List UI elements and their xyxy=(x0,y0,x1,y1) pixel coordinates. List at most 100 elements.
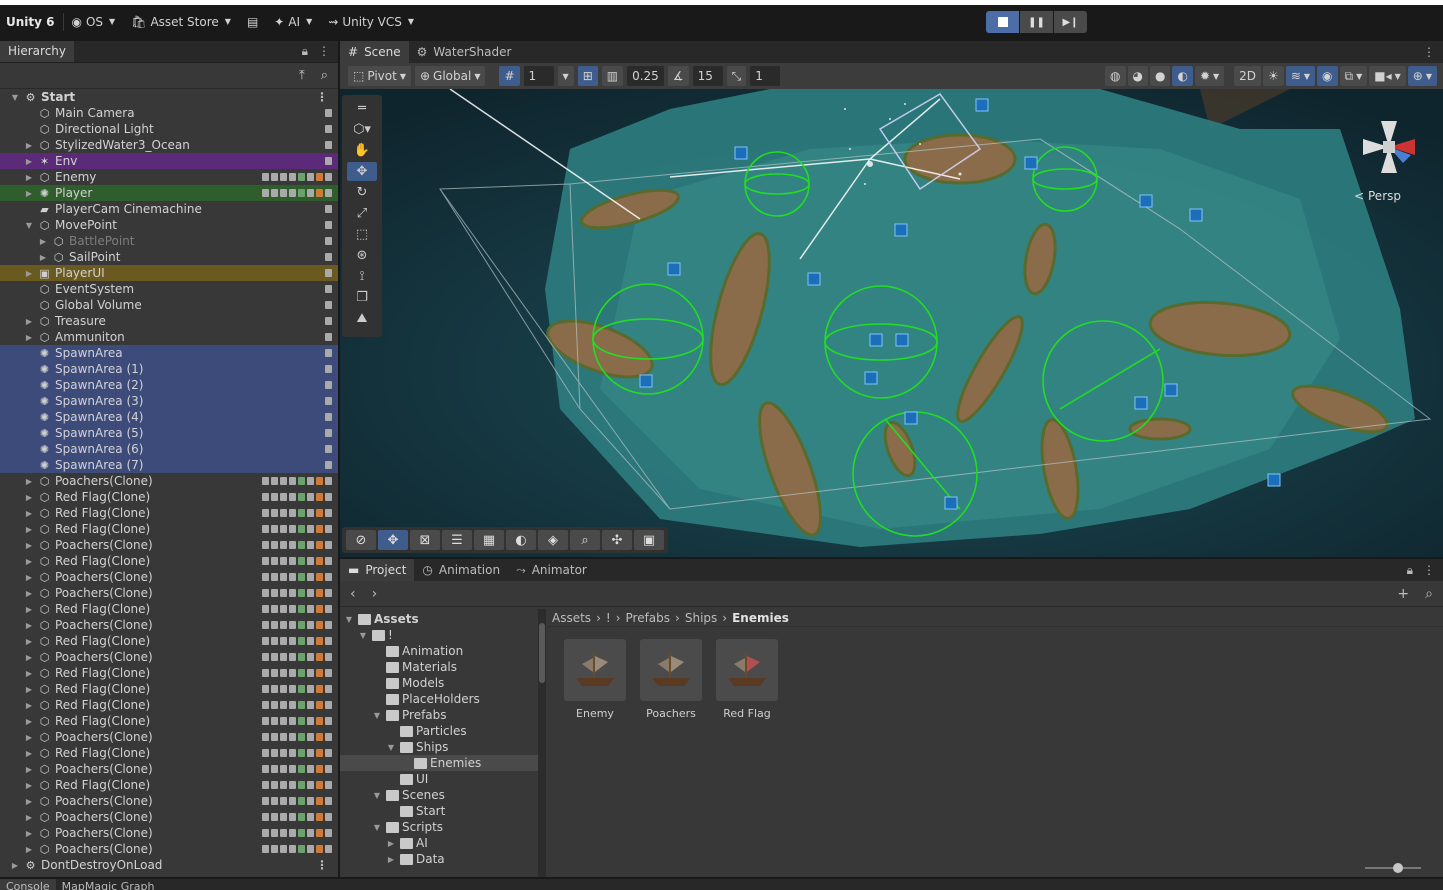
hierarchy-row[interactable]: ✺ SpawnArea (1) xyxy=(0,361,338,377)
debug-draw-dropdown[interactable]: ✹ ▼ xyxy=(1194,66,1225,86)
grid-overlay-button[interactable]: ▦ xyxy=(474,530,504,550)
expand-arrow-closed-icon[interactable]: ▶ xyxy=(24,669,34,678)
back-arrow-icon[interactable]: ‹ xyxy=(350,586,356,602)
hierarchy-row[interactable]: ▶ ⬡ Red Flag(Clone) xyxy=(0,489,338,505)
expand-arrow-open-icon[interactable]: ▼ xyxy=(24,221,34,230)
tab-watershader[interactable]: ⚙ WaterShader xyxy=(409,41,520,63)
hierarchy-row[interactable]: ⬡ EventSystem xyxy=(0,281,338,297)
move-overlay-button[interactable]: ✥ xyxy=(378,530,408,550)
tab-hierarchy[interactable]: Hierarchy xyxy=(0,41,75,62)
expand-arrow-closed-icon[interactable]: ▶ xyxy=(24,269,34,278)
wireframe-shading-button[interactable]: ◍ xyxy=(1105,66,1126,86)
account-button[interactable]: ◉ OS ▼ xyxy=(64,10,124,34)
vcs-button[interactable]: ⇝ Unity VCS ▼ xyxy=(320,10,422,34)
pause-button[interactable]: ❚❚ xyxy=(1020,11,1053,33)
view-dropdown[interactable]: ⬡▾ xyxy=(347,120,377,139)
hierarchy-row[interactable]: ▶ ⬡ Poachers(Clone) xyxy=(0,841,338,857)
hierarchy-row[interactable]: ✺ SpawnArea xyxy=(0,345,338,361)
hierarchy-row[interactable]: ▶ ⬡ SailPoint xyxy=(0,249,338,265)
hierarchy-row[interactable]: ▶ ⬡ Red Flag(Clone) xyxy=(0,665,338,681)
lock-icon[interactable]: 🔒︎ xyxy=(1407,563,1413,578)
effects-dropdown[interactable]: ≋ ▼ xyxy=(1285,66,1316,86)
hierarchy-row[interactable]: ⬡ Global Volume xyxy=(0,297,338,313)
expand-arrow-closed-icon[interactable]: ▶ xyxy=(386,839,396,848)
hierarchy-row[interactable]: ✺ SpawnArea (7) xyxy=(0,457,338,473)
expand-arrow-closed-icon[interactable]: ▶ xyxy=(24,557,34,566)
expand-arrow-closed-icon[interactable]: ▶ xyxy=(24,589,34,598)
folder-tree-item[interactable]: Animation xyxy=(340,643,540,659)
hierarchy-row[interactable]: ▶ ⬡ Poachers(Clone) xyxy=(0,729,338,745)
kebab-menu-icon[interactable]: ⋮ xyxy=(318,44,330,58)
custom-tool-button[interactable]: ⟟ xyxy=(347,267,377,286)
expand-arrow-closed-icon[interactable]: ▶ xyxy=(24,317,34,326)
hierarchy-row[interactable]: ▶ ▣ PlayerUI xyxy=(0,265,338,281)
tab-animator[interactable]: ⤳ Animator xyxy=(508,559,595,581)
terrain-tool-button[interactable]: ⛰ xyxy=(347,309,377,328)
hand-tool-button[interactable]: ✋ xyxy=(347,141,377,160)
add-icon[interactable]: + xyxy=(1397,586,1409,602)
hierarchy-row[interactable]: ▶ ⬡ Red Flag(Clone) xyxy=(0,697,338,713)
breadcrumb-item[interactable]: Assets xyxy=(552,611,591,625)
align-button[interactable]: ☰ xyxy=(442,530,472,550)
folder-tree-item[interactable]: ▼ Assets xyxy=(340,611,540,627)
rect-tool-button[interactable]: ⬚ xyxy=(347,225,377,244)
lock-icon[interactable]: 🔒︎ xyxy=(302,44,308,59)
scale-tool-button[interactable]: ⤢ xyxy=(347,204,377,223)
folder-tree-item[interactable]: PlaceHolders xyxy=(340,691,540,707)
folder-tree-item[interactable]: ▼ Scripts xyxy=(340,819,540,835)
hierarchy-row[interactable]: ✺ SpawnArea (6) xyxy=(0,441,338,457)
expand-arrow-closed-icon[interactable]: ▶ xyxy=(24,765,34,774)
folder-tree-item[interactable]: Particles xyxy=(340,723,540,739)
hierarchy-row[interactable]: ▶ ⬡ Poachers(Clone) xyxy=(0,473,338,489)
grid-size-field[interactable]: 1 xyxy=(523,66,554,86)
expand-arrow-open-icon[interactable]: ▼ xyxy=(344,615,354,624)
folder-tree-item[interactable]: Models xyxy=(340,675,540,691)
kebab-menu-icon[interactable]: ⋮ xyxy=(1423,563,1435,577)
folder-tree-item[interactable]: ▶ Data xyxy=(340,851,540,867)
hierarchy-row[interactable]: ✺ SpawnArea (2) xyxy=(0,377,338,393)
expand-arrow-closed-icon[interactable]: ▶ xyxy=(386,855,396,864)
move-snap-field[interactable]: 0.25 xyxy=(627,66,664,86)
expand-arrow-closed-icon[interactable]: ▶ xyxy=(24,685,34,694)
hierarchy-row[interactable]: ▶ ⬡ Poachers(Clone) xyxy=(0,825,338,841)
expand-arrow-closed-icon[interactable]: ▶ xyxy=(24,477,34,486)
orient-button[interactable]: ⊘ xyxy=(346,530,376,550)
folder-tree-item[interactable]: ▼ Prefabs xyxy=(340,707,540,723)
expand-arrow-closed-icon[interactable]: ▶ xyxy=(24,733,34,742)
folder-tree-item[interactable]: Materials xyxy=(340,659,540,675)
global-dropdown[interactable]: ⊕ Global ▼ xyxy=(414,66,486,86)
hierarchy-row[interactable]: ▶ ⬡ Poachers(Clone) xyxy=(0,569,338,585)
unlit-button[interactable]: ◐ xyxy=(1172,66,1193,86)
folder-tree-item[interactable]: ▶ AI xyxy=(340,835,540,851)
hierarchy-row[interactable]: ▶ ⬡ Poachers(Clone) xyxy=(0,809,338,825)
hierarchy-row[interactable]: ✺ SpawnArea (5) xyxy=(0,425,338,441)
hierarchy-row[interactable]: ▼ ⬡ MovePoint xyxy=(0,217,338,233)
breadcrumb-item[interactable]: Prefabs xyxy=(626,611,671,625)
copy-tool-button[interactable]: ❐ xyxy=(347,288,377,307)
hierarchy-row[interactable]: ⬡ Main Camera xyxy=(0,105,338,121)
shaded-button[interactable]: ● xyxy=(1149,66,1171,86)
hierarchy-row[interactable]: ▶ ⬡ Red Flag(Clone) xyxy=(0,633,338,649)
kebab-menu-icon[interactable]: ⋮ xyxy=(316,858,328,872)
expand-arrow-closed-icon[interactable]: ▶ xyxy=(24,605,34,614)
hierarchy-row[interactable]: ▼ ⚙ Start ⋮ xyxy=(0,89,338,105)
snapshot-button[interactable]: ▣ xyxy=(634,530,664,550)
search-icon[interactable]: ⌕ xyxy=(321,68,328,83)
tab-mapmagic-graph[interactable]: MapMagic Graph xyxy=(56,879,161,890)
hierarchy-row[interactable]: ✺ SpawnArea (3) xyxy=(0,393,338,409)
scale-snap-button[interactable]: ⤡ xyxy=(726,66,747,86)
hierarchy-row[interactable]: ▶ ⬡ Red Flag(Clone) xyxy=(0,777,338,793)
hierarchy-row[interactable]: ⬡ Directional Light xyxy=(0,121,338,137)
folder-tree-item[interactable]: ▼! xyxy=(340,627,540,643)
play-button[interactable] xyxy=(986,11,1019,33)
expand-arrow-closed-icon[interactable]: ▶ xyxy=(24,509,34,518)
scrollbar-thumb[interactable] xyxy=(539,623,545,683)
hierarchy-row[interactable]: ▰ PlayerCam Cinemachine xyxy=(0,201,338,217)
tab-scene[interactable]: # Scene xyxy=(340,41,409,63)
surface-button[interactable]: ◈ xyxy=(538,530,568,550)
expand-arrow-closed-icon[interactable]: ▶ xyxy=(24,781,34,790)
expand-arrow-closed-icon[interactable]: ▶ xyxy=(24,173,34,182)
grid-toggle-button[interactable]: # xyxy=(499,66,520,86)
hierarchy-row[interactable]: ▶ ⚙ DontDestroyOnLoad ⋮ xyxy=(0,857,338,873)
rotate-snap-field[interactable]: 15 xyxy=(692,66,723,86)
